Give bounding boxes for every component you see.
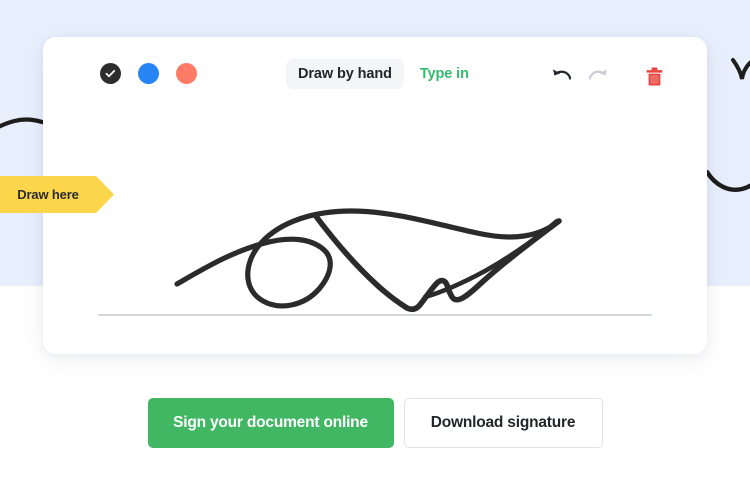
toolbar-actions [548, 63, 667, 89]
draw-here-label: Draw here [17, 187, 79, 202]
footer-actions: Sign your document online Download signa… [0, 398, 750, 448]
sign-document-button[interactable]: Sign your document online [147, 398, 394, 448]
color-swatch-blue[interactable] [138, 63, 159, 84]
color-swatch-coral[interactable] [176, 63, 197, 84]
draw-here-pointer: Draw here [0, 176, 115, 213]
signature-card: Draw by hand Type in [43, 37, 707, 354]
color-swatch-group [100, 63, 197, 84]
redo-button[interactable] [585, 63, 611, 89]
signature-baseline [98, 314, 652, 316]
signature-tool-page: Draw by hand Type in Draw here Sign your… [0, 0, 750, 500]
signature-toolbar: Draw by hand Type in [43, 37, 707, 99]
clear-button[interactable] [641, 63, 667, 89]
undo-button[interactable] [548, 63, 574, 89]
check-icon [105, 69, 116, 78]
download-signature-button[interactable]: Download signature [403, 398, 603, 448]
tab-draw-by-hand[interactable]: Draw by hand [286, 59, 404, 89]
input-mode-tabs: Draw by hand Type in [286, 59, 481, 89]
redo-icon [588, 68, 607, 79]
trash-icon [646, 67, 662, 85]
color-swatch-black[interactable] [100, 63, 121, 84]
undo-icon [552, 68, 571, 79]
tab-type-in[interactable]: Type in [408, 59, 481, 89]
signature-canvas[interactable] [43, 99, 707, 354]
